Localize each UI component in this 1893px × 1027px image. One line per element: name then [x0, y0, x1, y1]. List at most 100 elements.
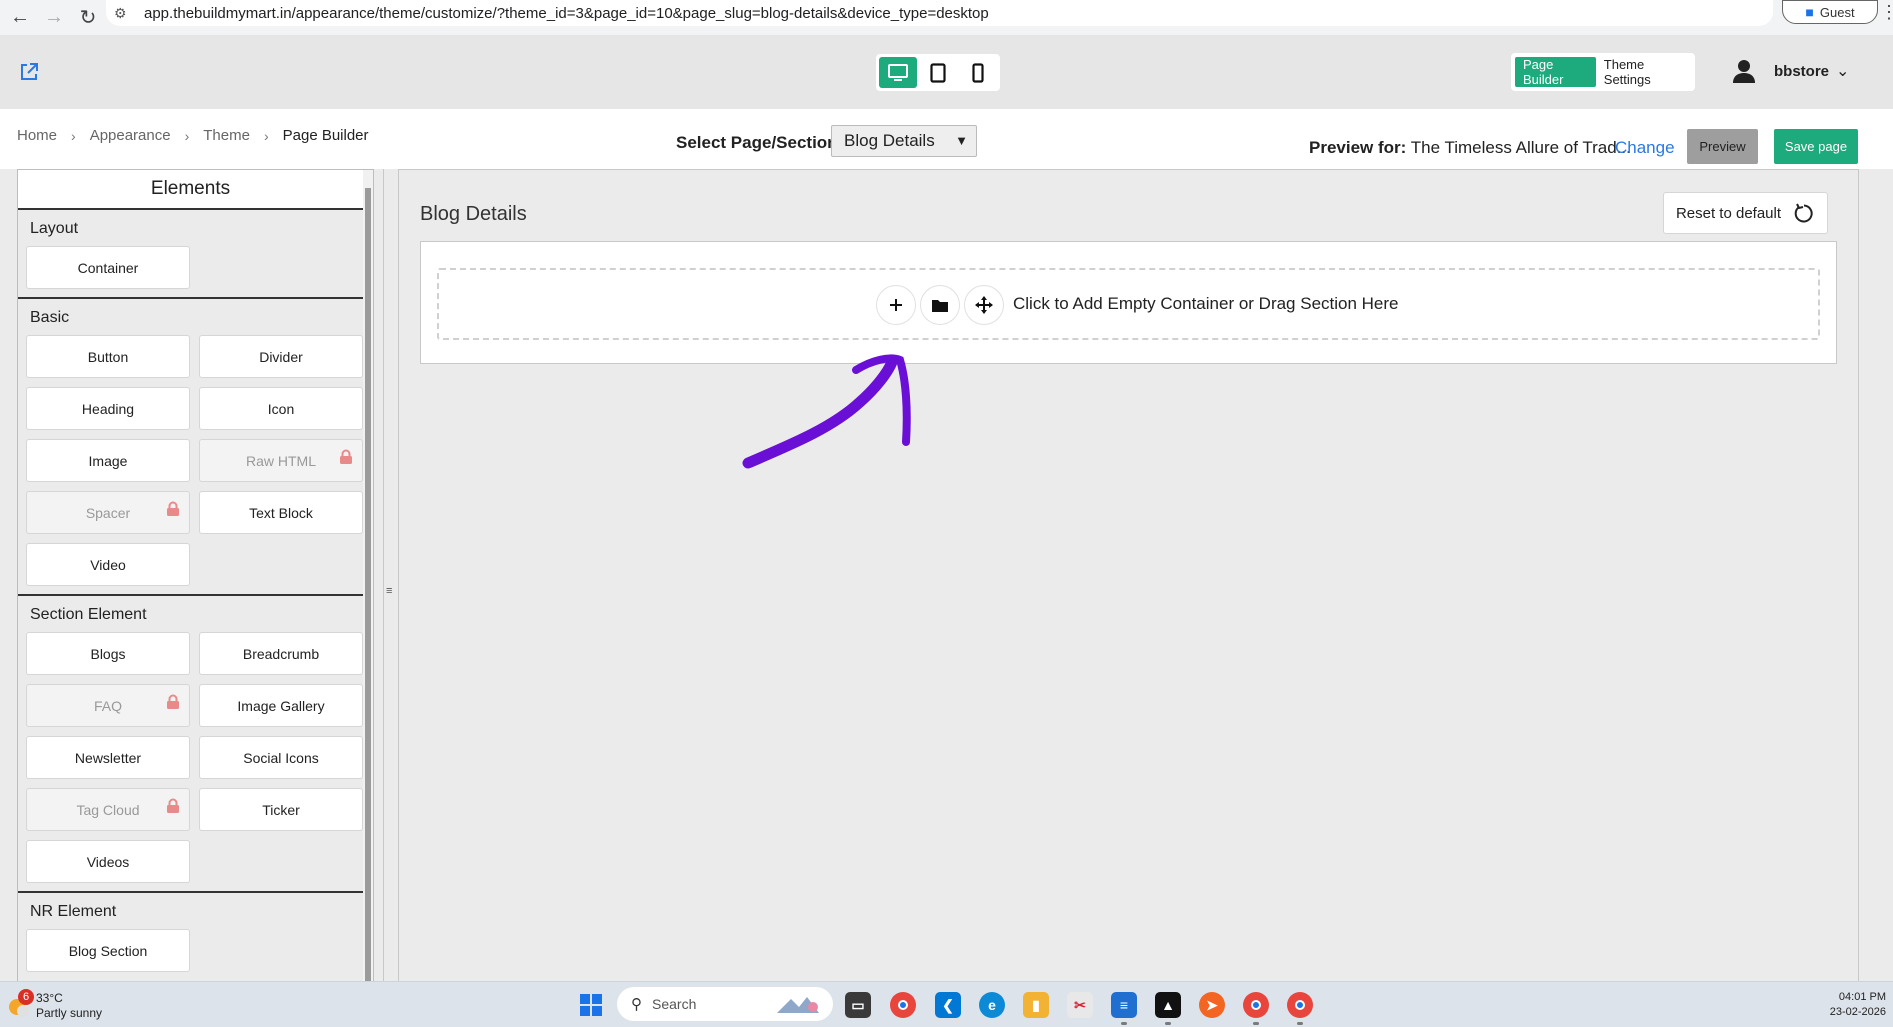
chrome-icon[interactable] — [890, 992, 916, 1018]
task-view-icon[interactable]: ▭ — [845, 992, 871, 1018]
breadcrumb-page-builder: Page Builder — [282, 127, 369, 144]
element-label: Tag Cloud — [76, 801, 140, 818]
elements-panel-title: Elements — [18, 170, 363, 210]
reload-icon[interactable]: ↻ — [68, 0, 108, 35]
section-section-element: Section Element Blogs Breadcrumb FAQ Ima… — [18, 596, 363, 893]
add-container-button[interactable] — [876, 285, 916, 325]
breadcrumb-theme[interactable]: Theme — [203, 127, 250, 144]
section-title: NR Element — [30, 903, 117, 920]
plus-icon — [890, 299, 902, 311]
external-link-icon[interactable] — [18, 61, 40, 83]
taskbar-search-input[interactable]: ⚲ Search — [617, 987, 833, 1021]
element-container[interactable]: Container — [26, 246, 190, 289]
chevron-right-icon: › — [263, 127, 269, 144]
move-icon — [975, 296, 993, 314]
element-social-icons[interactable]: Social Icons — [199, 736, 363, 779]
site-settings-icon[interactable]: ⚙ — [114, 5, 136, 22]
element-tag-cloud[interactable]: Tag Cloud — [26, 788, 190, 831]
mobile-view-button[interactable] — [959, 57, 997, 88]
element-label: Blogs — [90, 645, 126, 662]
snipping-tool-icon[interactable]: ✂ — [1067, 992, 1093, 1018]
weather-widget[interactable]: 6 33°C Partly sunny — [6, 989, 103, 1021]
preview-for-value: The Timeless Allure of Trad... — [1410, 138, 1631, 157]
element-heading[interactable]: Heading — [26, 387, 190, 430]
lock-icon — [340, 449, 352, 464]
element-button[interactable]: Button — [26, 335, 190, 378]
desktop-view-button[interactable] — [879, 57, 917, 88]
element-label: Heading — [81, 400, 135, 417]
chevron-down-icon[interactable]: ⌄ — [1836, 61, 1849, 81]
element-breadcrumb[interactable]: Breadcrumb — [199, 632, 363, 675]
reset-to-default-button[interactable]: Reset to default — [1663, 192, 1828, 234]
browser-menu-icon[interactable]: ⋮ — [1880, 2, 1893, 23]
change-link[interactable]: Change — [1615, 138, 1675, 158]
preview-button[interactable]: Preview — [1687, 129, 1758, 164]
panel-resize-handle[interactable]: ≡ — [383, 169, 395, 981]
element-label: Image Gallery — [237, 697, 325, 714]
weather-desc: Partly sunny — [36, 1006, 103, 1020]
drag-grip-icon[interactable]: ≡ — [386, 585, 392, 597]
postman-icon[interactable]: ➤ — [1199, 992, 1225, 1018]
notepad-icon[interactable]: ≡ — [1111, 992, 1137, 1025]
element-blog-section[interactable]: Blog Section — [26, 929, 190, 972]
scrollbar-thumb[interactable] — [365, 188, 371, 981]
weather-badge: 6 — [18, 989, 34, 1005]
element-blogs[interactable]: Blogs — [26, 632, 190, 675]
browser-toolbar: ← → ↻ ⚙ app.thebuildmymart.in/appearance… — [0, 0, 1893, 35]
breadcrumb-home[interactable]: Home — [17, 127, 57, 144]
preview-for-label: Preview for: — [1309, 138, 1407, 157]
element-video[interactable]: Video — [26, 543, 190, 586]
element-spacer[interactable]: Spacer — [26, 491, 190, 534]
page-select-label: Select Page/Section: — [676, 133, 844, 152]
mobile-icon — [972, 62, 984, 83]
user-name[interactable]: bbstore — [1774, 63, 1829, 80]
elements-scrollbar[interactable] — [363, 170, 373, 981]
element-ticker[interactable]: Ticker — [199, 788, 363, 831]
save-page-button[interactable]: Save page — [1774, 129, 1858, 164]
element-label: Blog Section — [68, 942, 148, 959]
canvas-title: Blog Details — [420, 203, 527, 225]
system-clock[interactable]: 04:01 PM 23-02-2026 — [1820, 990, 1886, 1020]
lock-icon — [167, 798, 179, 813]
element-icon[interactable]: Icon — [199, 387, 363, 430]
open-saved-section-button[interactable] — [920, 285, 960, 325]
file-explorer-icon[interactable]: ▮ — [1023, 992, 1049, 1018]
address-bar[interactable]: ⚙ app.thebuildmymart.in/appearance/theme… — [106, 0, 1773, 26]
chrome-profile-icon[interactable] — [1243, 992, 1269, 1025]
page-toolbar: Home › Appearance › Theme › Page Builder… — [0, 109, 1893, 169]
preview-for: Preview for: The Timeless Allure of Trad… — [1309, 138, 1631, 158]
tab-theme-settings[interactable]: Theme Settings — [1596, 57, 1691, 87]
vscode-icon[interactable]: ❮ — [935, 992, 961, 1018]
element-label: Divider — [259, 348, 303, 365]
element-label: Newsletter — [74, 749, 142, 766]
element-videos[interactable]: Videos — [26, 840, 190, 883]
reset-label: Reset to default — [1675, 204, 1782, 222]
drop-zone-text: Click to Add Empty Container or Drag Sec… — [1013, 294, 1399, 313]
edge-icon[interactable]: e — [979, 992, 1005, 1018]
section-nr-element: NR Element Blog Section — [18, 893, 363, 980]
chrome-guest-icon[interactable] — [1287, 992, 1313, 1025]
profile-button[interactable]: ■ Guest — [1782, 0, 1878, 24]
app-window: ← → ↻ ⚙ app.thebuildmymart.in/appearance… — [0, 0, 1893, 1027]
element-newsletter[interactable]: Newsletter — [26, 736, 190, 779]
running-indicator — [1253, 1022, 1259, 1025]
element-image[interactable]: Image — [26, 439, 190, 482]
tab-page-builder[interactable]: Page Builder — [1515, 57, 1596, 87]
element-label: FAQ — [93, 697, 122, 714]
element-text-block[interactable]: Text Block — [199, 491, 363, 534]
terminal-app-icon[interactable]: ▲ — [1155, 992, 1181, 1025]
element-label: Video — [90, 556, 126, 573]
element-divider[interactable]: Divider — [199, 335, 363, 378]
drop-zone[interactable]: Click to Add Empty Container or Drag Sec… — [437, 268, 1820, 340]
element-raw-html[interactable]: Raw HTML — [199, 439, 363, 482]
tablet-view-button[interactable] — [919, 57, 957, 88]
user-avatar-icon[interactable] — [1731, 58, 1757, 84]
desktop-icon — [888, 63, 908, 81]
element-image-gallery[interactable]: Image Gallery — [199, 684, 363, 727]
drag-section-button[interactable] — [964, 285, 1004, 325]
section-title: Section Element — [30, 606, 147, 623]
breadcrumb-appearance[interactable]: Appearance — [90, 127, 171, 144]
windows-start-icon[interactable] — [579, 993, 603, 1017]
element-faq[interactable]: FAQ — [26, 684, 190, 727]
page-select[interactable]: Blog Details ▼ — [831, 125, 977, 157]
